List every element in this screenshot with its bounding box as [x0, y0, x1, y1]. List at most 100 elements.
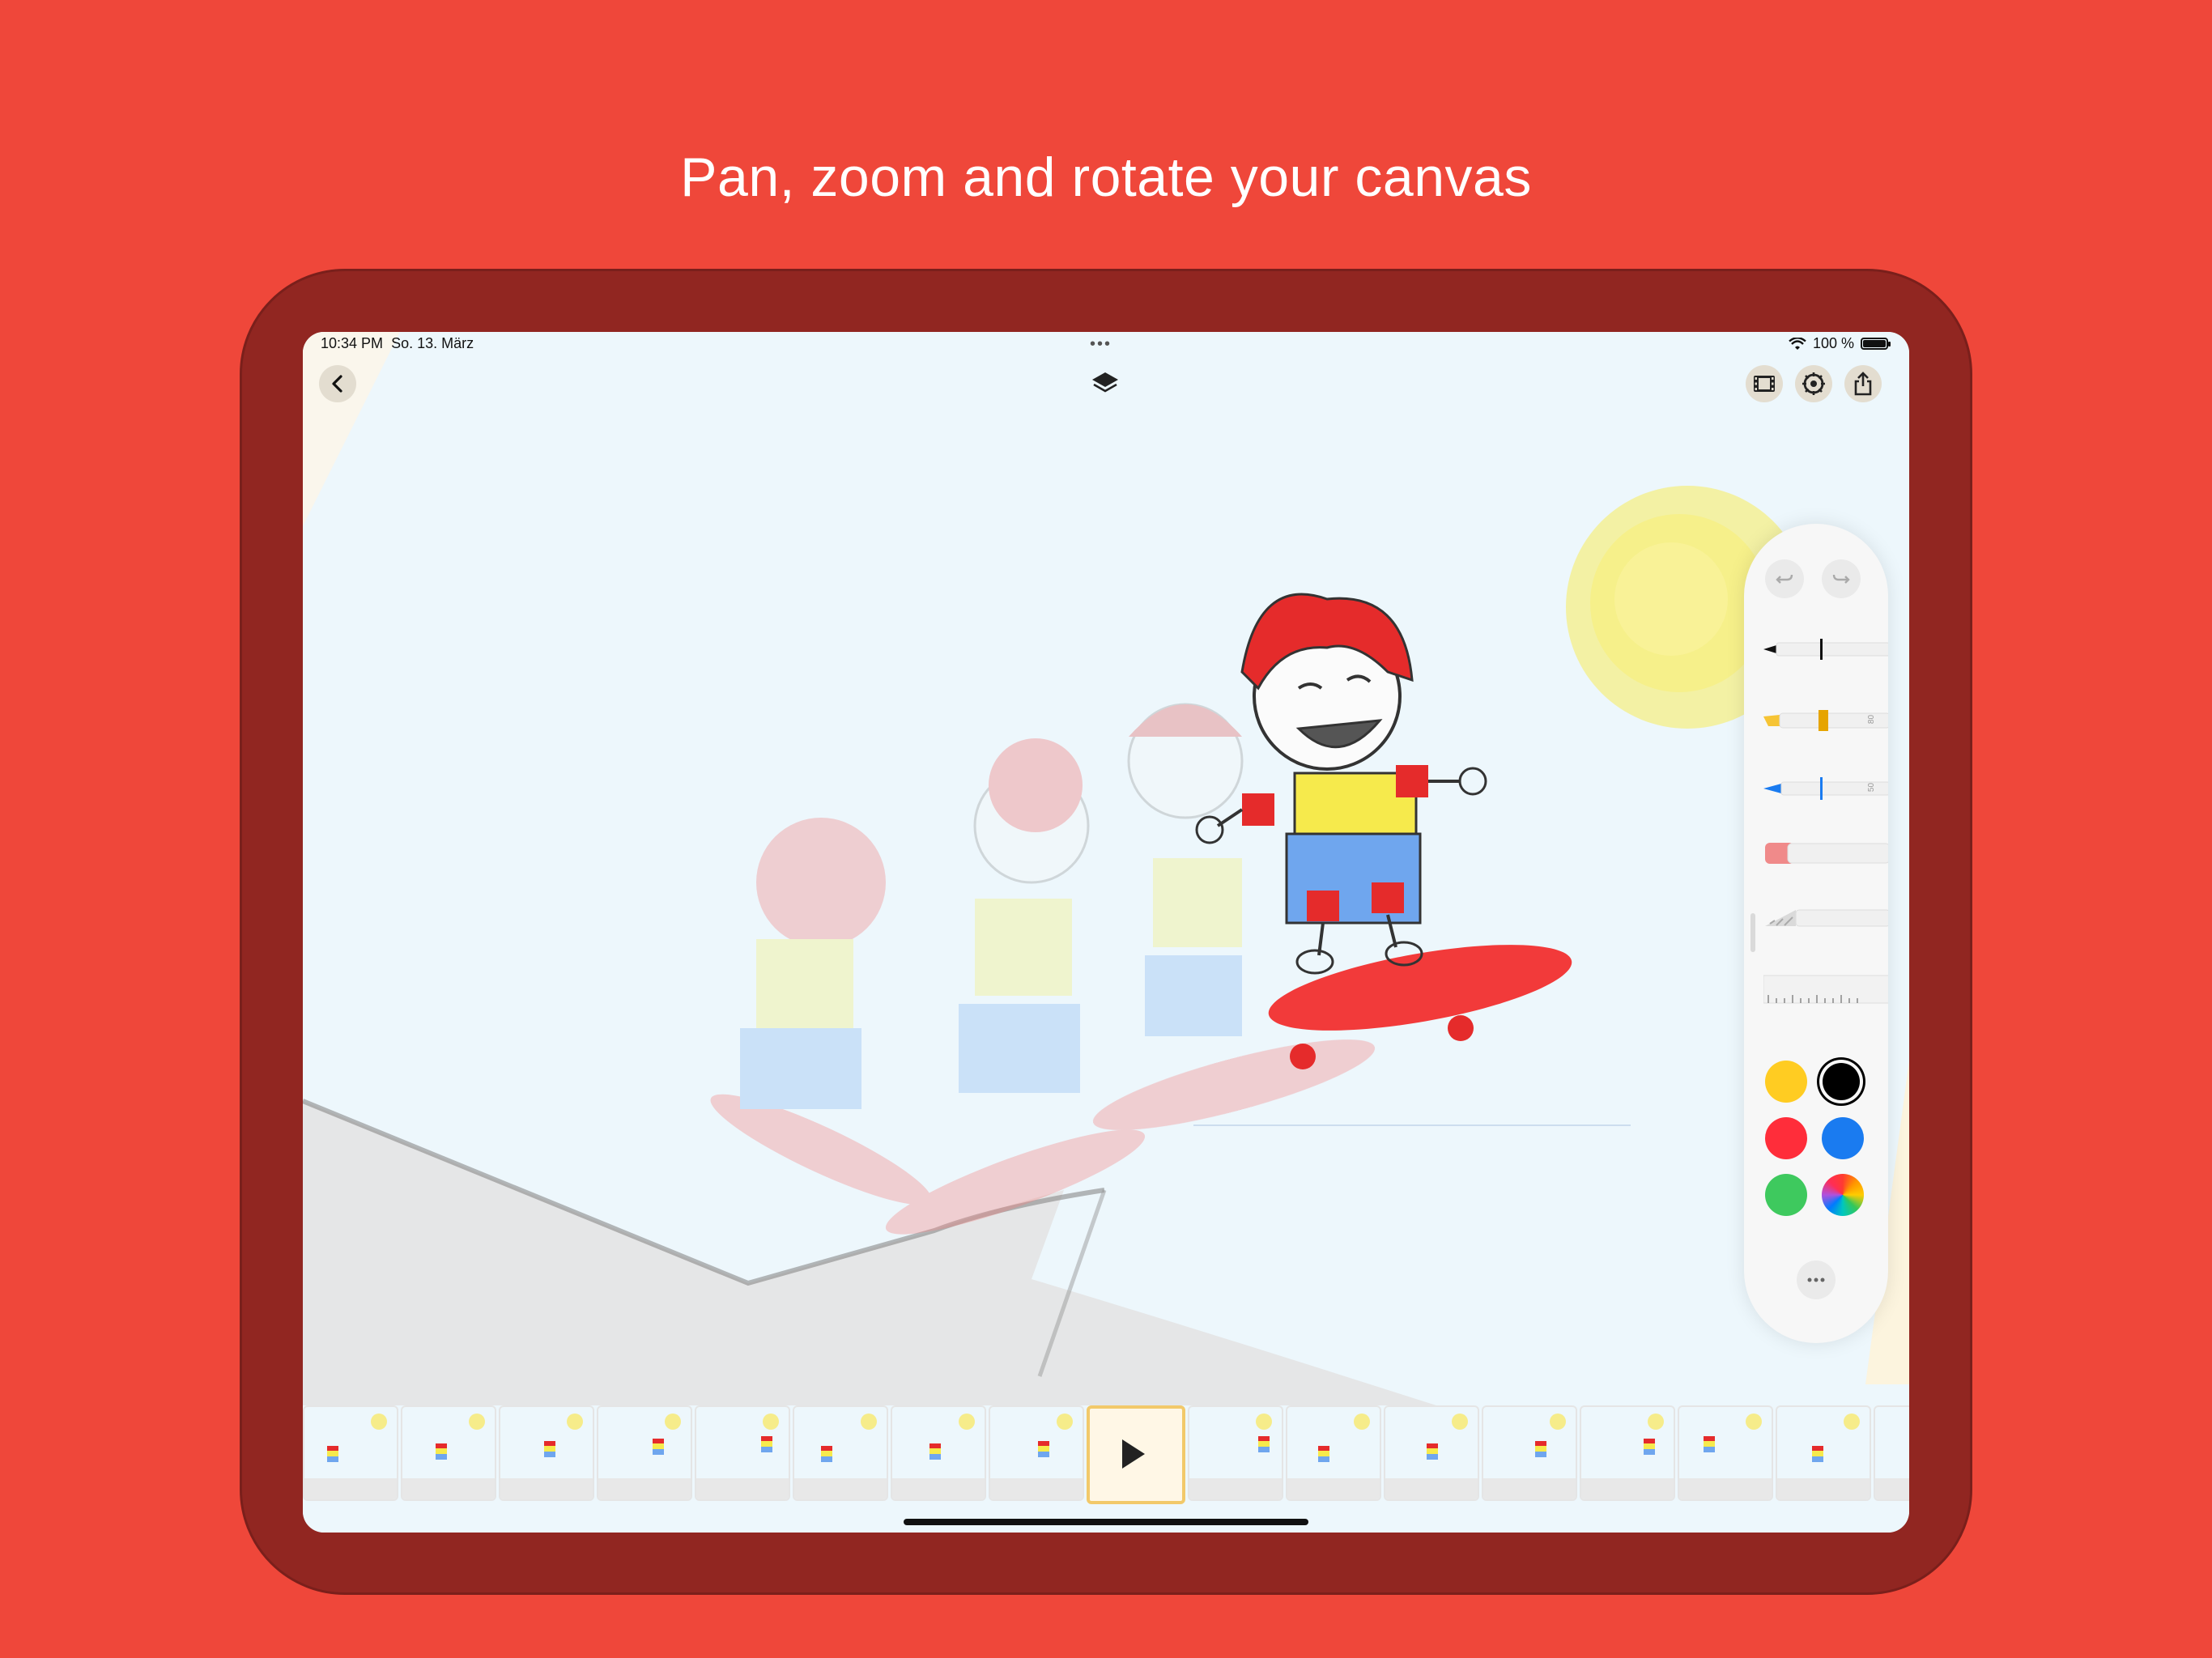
frame-thumbnail[interactable] — [695, 1405, 790, 1501]
frame-skater — [1704, 1436, 1715, 1452]
redo-button[interactable] — [1822, 559, 1861, 598]
color-swatch-blue[interactable] — [1822, 1117, 1864, 1159]
frame-ground — [794, 1478, 887, 1499]
frame-sun — [1354, 1414, 1370, 1430]
highlighter-size-label: 80 — [1867, 714, 1877, 725]
frame-thumbnail[interactable] — [597, 1405, 692, 1501]
battery-percent: 100 % — [1812, 335, 1854, 351]
frame-ground — [402, 1478, 495, 1499]
frame-sun — [1452, 1414, 1468, 1430]
marker-tool[interactable]: 50 — [1763, 768, 1888, 809]
marker-size-label: 50 — [1867, 782, 1877, 793]
frame-thumbnail[interactable] — [989, 1405, 1084, 1501]
share-button[interactable] — [1844, 365, 1882, 402]
color-picker-wheel[interactable] — [1822, 1174, 1864, 1216]
back-button[interactable] — [319, 365, 356, 402]
frame-skater — [1038, 1441, 1049, 1457]
frame-skater — [544, 1441, 555, 1457]
frame-sun — [1648, 1414, 1664, 1430]
frame-skater — [327, 1446, 338, 1462]
frame-filmstrip[interactable] — [303, 1405, 1909, 1504]
multitasking-dots[interactable]: ••• — [1090, 335, 1112, 354]
frame-skater — [1535, 1441, 1546, 1457]
frame-thumbnail[interactable] — [793, 1405, 888, 1501]
home-indicator[interactable] — [904, 1519, 1308, 1525]
frame-ground — [1875, 1478, 1909, 1499]
redo-icon — [1832, 574, 1850, 584]
frame-thumbnail-current[interactable] — [1087, 1405, 1185, 1504]
status-bar: 10:34 PM So. 13. März ••• 100 % — [303, 332, 1909, 359]
frame-thumbnail[interactable] — [499, 1405, 594, 1501]
film-icon — [1754, 376, 1775, 392]
highlighter-tool[interactable]: 80 — [1763, 700, 1888, 741]
frame-thumbnail[interactable] — [1188, 1405, 1283, 1501]
color-swatch-black[interactable] — [1823, 1063, 1860, 1100]
palette-drag-handle[interactable] — [1750, 913, 1755, 952]
frame-ground — [1581, 1478, 1674, 1499]
frame-ground — [598, 1478, 691, 1499]
frame-sun — [1057, 1414, 1073, 1430]
frame-sun — [1844, 1414, 1860, 1430]
eraser-tool[interactable] — [1763, 833, 1888, 874]
frame-thumbnail[interactable] — [1286, 1405, 1381, 1501]
pen-tool[interactable] — [1763, 629, 1888, 670]
frame-ground — [500, 1478, 593, 1499]
frame-skater — [761, 1436, 772, 1452]
color-swatch-green[interactable] — [1765, 1174, 1807, 1216]
frame-ground — [1777, 1478, 1870, 1499]
undo-icon — [1776, 574, 1793, 584]
ruler-icon — [1763, 975, 1888, 1004]
frame-ground — [990, 1478, 1083, 1499]
play-icon[interactable] — [1122, 1439, 1145, 1469]
status-time-date: 10:34 PM So. 13. März — [321, 335, 474, 351]
settings-button[interactable] — [1795, 365, 1832, 402]
frame-sun — [567, 1414, 583, 1430]
frame-thumbnail[interactable] — [1776, 1405, 1871, 1501]
frame-thumbnail[interactable] — [1482, 1405, 1577, 1501]
eraser-icon — [1765, 843, 1888, 864]
tool-palette: 80 50 — [1744, 524, 1888, 1343]
battery-icon — [1861, 338, 1891, 350]
frame-sun — [1256, 1414, 1272, 1430]
status-right: 100 % — [1789, 335, 1891, 352]
frame-skater — [653, 1439, 664, 1455]
share-icon — [1854, 372, 1872, 396]
frame-sun — [1550, 1414, 1566, 1430]
undo-button[interactable] — [1765, 559, 1804, 598]
frame-skater — [1318, 1446, 1329, 1462]
filmstrip-button[interactable] — [1746, 365, 1783, 402]
color-swatch-red[interactable] — [1765, 1117, 1807, 1159]
frame-thumbnail[interactable] — [1384, 1405, 1479, 1501]
frame-ground — [1483, 1478, 1576, 1499]
frame-ground — [1189, 1478, 1282, 1499]
layers-icon — [1092, 372, 1118, 393]
more-options-button[interactable] — [1797, 1261, 1836, 1299]
lasso-tool[interactable] — [1763, 898, 1888, 938]
frame-thumbnail[interactable] — [401, 1405, 496, 1501]
layers-button[interactable] — [1087, 365, 1124, 402]
lasso-icon — [1765, 909, 1888, 927]
frame-ground — [1679, 1478, 1772, 1499]
frame-sun — [763, 1414, 779, 1430]
frame-thumbnail[interactable] — [891, 1405, 986, 1501]
ruler-tool[interactable] — [1763, 969, 1888, 1010]
frame-thumbnail[interactable] — [1678, 1405, 1773, 1501]
frame-thumbnail[interactable] — [1874, 1405, 1909, 1501]
frame-thumbnail[interactable] — [303, 1405, 398, 1501]
frame-sun — [861, 1414, 877, 1430]
color-swatch-yellow[interactable] — [1765, 1061, 1807, 1103]
drawing-canvas[interactable] — [303, 332, 1909, 1533]
frame-skater — [1644, 1439, 1655, 1455]
frame-thumbnail[interactable] — [1580, 1405, 1675, 1501]
frame-skater — [929, 1443, 941, 1460]
headline: Pan, zoom and rotate your canvas — [680, 147, 1532, 208]
frame-ground — [696, 1478, 789, 1499]
frame-skater — [821, 1446, 832, 1462]
frame-ground — [1287, 1478, 1380, 1499]
frame-sun — [959, 1414, 975, 1430]
chevron-left-icon — [332, 375, 342, 393]
frame-skater — [1812, 1446, 1823, 1462]
frame-skater — [436, 1443, 447, 1460]
ellipsis-icon — [1807, 1278, 1825, 1282]
frame-ground — [304, 1478, 397, 1499]
